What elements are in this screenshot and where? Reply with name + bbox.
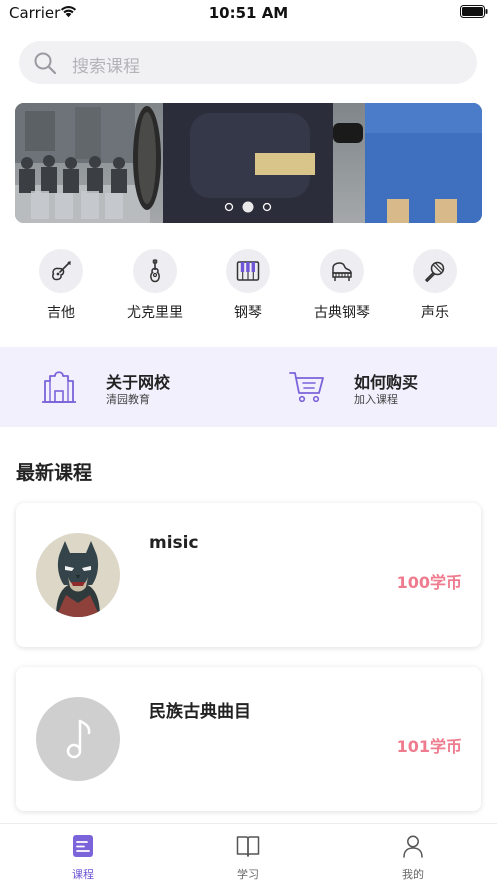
about-school-subtitle: 清园教育 (106, 393, 150, 406)
category-icon-circle (39, 249, 83, 293)
about-school-link[interactable]: 关于网校 清园教育 (0, 347, 248, 427)
category-icon-circle (320, 249, 364, 293)
search-input[interactable]: 搜索课程 (19, 41, 477, 84)
school-building-icon (42, 371, 76, 403)
music-note-placeholder (36, 697, 120, 781)
status-bar: Carrier 10:51 AM (0, 0, 497, 26)
course-price: 100学币 (396, 573, 462, 592)
ukulele-icon (150, 259, 160, 283)
category-classical-piano[interactable]: 古典钢琴 (297, 249, 387, 329)
microphone-icon (425, 261, 445, 282)
category-piano[interactable]: 钢琴 (203, 249, 293, 329)
category-icon-circle (226, 249, 270, 293)
course-title: 民族古典曲目 (149, 702, 251, 722)
tab-courses[interactable]: 课程 (33, 824, 133, 883)
category-guitar[interactable]: 吉他 (16, 249, 106, 329)
batman-avatar (36, 533, 120, 617)
info-strip: 关于网校 清园教育 如何购买 加入课程 (0, 347, 497, 427)
category-icon-circle (413, 249, 457, 293)
open-book-icon (236, 836, 260, 857)
tab-study[interactable]: 学习 (198, 824, 298, 883)
category-row: 吉他 尤克里里 钢琴 古典钢琴 声乐 (0, 249, 497, 329)
grand-piano-icon (332, 262, 352, 281)
category-label: 吉他 (47, 305, 75, 321)
course-price: 101学币 (396, 737, 462, 756)
tab-label: 我的 (402, 868, 424, 881)
search-placeholder: 搜索课程 (72, 57, 140, 77)
section-title: 最新课程 (16, 462, 93, 484)
tab-label: 学习 (237, 868, 259, 881)
battery-icon (460, 5, 488, 18)
course-thumbnail (36, 697, 120, 781)
category-label: 古典钢琴 (314, 305, 370, 321)
tab-label: 课程 (72, 868, 94, 881)
banner-carousel[interactable] (15, 103, 482, 223)
piano-keys-icon (236, 261, 260, 281)
tab-bar: 课程 学习 我的 (0, 823, 497, 883)
category-label: 钢琴 (234, 305, 262, 321)
category-label: 尤克里里 (127, 305, 183, 321)
category-ukulele[interactable]: 尤克里里 (110, 249, 200, 329)
course-card[interactable]: misic 100学币 (16, 503, 481, 647)
about-school-title: 关于网校 (106, 373, 171, 392)
course-thumbnail (36, 533, 120, 617)
category-icon-circle (133, 249, 177, 293)
how-to-buy-subtitle: 加入课程 (354, 393, 398, 406)
course-list-icon (73, 835, 93, 857)
tab-profile[interactable]: 我的 (363, 824, 463, 883)
search-icon (34, 52, 57, 75)
guitar-icon (52, 261, 71, 281)
person-icon (403, 835, 423, 858)
banner-page-indicator[interactable] (224, 200, 274, 214)
how-to-buy-link[interactable]: 如何购买 加入课程 (248, 347, 497, 427)
status-time: 10:51 AM (208, 4, 289, 22)
how-to-buy-title: 如何购买 (354, 373, 419, 392)
course-card[interactable]: 民族古典曲目 101学币 (16, 667, 481, 811)
shopping-cart-icon (289, 372, 324, 403)
course-title: misic (149, 533, 199, 553)
category-vocal[interactable]: 声乐 (390, 249, 480, 329)
category-label: 声乐 (421, 305, 449, 321)
